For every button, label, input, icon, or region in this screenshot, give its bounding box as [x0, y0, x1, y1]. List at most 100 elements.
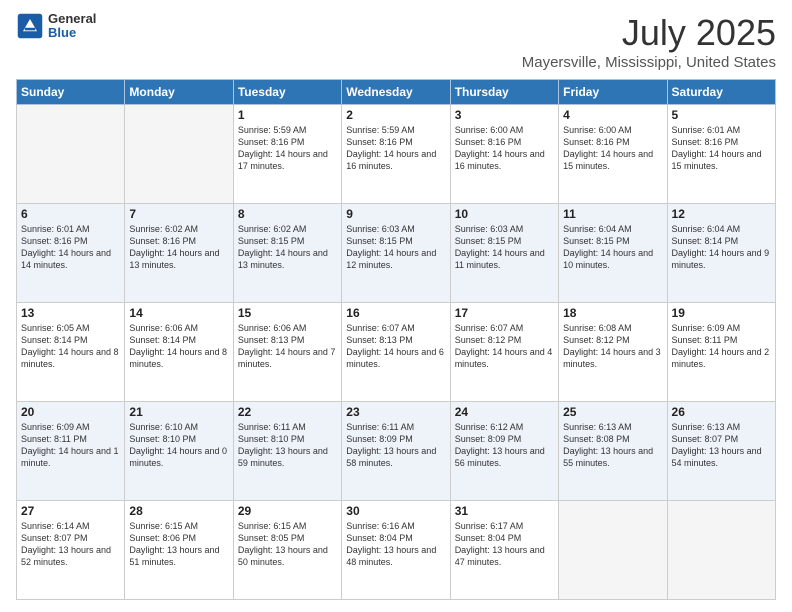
day-number: 23: [346, 405, 445, 419]
day-info: Sunrise: 6:14 AM Sunset: 8:07 PM Dayligh…: [21, 520, 120, 569]
calendar-week-row: 6 Sunrise: 6:01 AM Sunset: 8:16 PM Daylig…: [17, 204, 776, 303]
day-number: 19: [672, 306, 771, 320]
logo: General Blue: [16, 12, 96, 41]
col-wednesday: Wednesday: [342, 80, 450, 105]
day-number: 5: [672, 108, 771, 122]
day-info: Sunrise: 6:11 AM Sunset: 8:09 PM Dayligh…: [346, 421, 445, 470]
day-number: 10: [455, 207, 554, 221]
calendar-week-row: 27 Sunrise: 6:14 AM Sunset: 8:07 PM Dayli…: [17, 501, 776, 600]
calendar-day-cell: 25Sunrise: 6:13 AM Sunset: 8:08 PM Dayli…: [559, 402, 667, 501]
subtitle: Mayersville, Mississippi, United States: [522, 54, 776, 71]
day-info: Sunrise: 6:15 AM Sunset: 8:05 PM Dayligh…: [238, 520, 337, 569]
calendar-day-cell: 1 Sunrise: 5:59 AM Sunset: 8:16 PM Daylig…: [233, 105, 341, 204]
calendar-day-cell: 11Sunrise: 6:04 AM Sunset: 8:15 PM Dayli…: [559, 204, 667, 303]
calendar-day-cell: [559, 501, 667, 600]
day-number: 3: [455, 108, 554, 122]
page: General Blue July 2025 Mayersville, Miss…: [0, 0, 792, 612]
calendar-day-cell: 12 Sunrise: 6:04 AM Sunset: 8:14 PM Dayli…: [667, 204, 775, 303]
day-number: 12: [672, 207, 771, 221]
calendar-day-cell: 2Sunrise: 5:59 AM Sunset: 8:16 PM Daylig…: [342, 105, 450, 204]
calendar-week-row: 20 Sunrise: 6:09 AM Sunset: 8:11 PM Dayli…: [17, 402, 776, 501]
day-number: 18: [563, 306, 662, 320]
calendar-day-cell: 27 Sunrise: 6:14 AM Sunset: 8:07 PM Dayli…: [17, 501, 125, 600]
main-title: July 2025: [522, 12, 776, 54]
day-info: Sunrise: 6:06 AM Sunset: 8:13 PM Dayligh…: [238, 322, 337, 371]
day-info: Sunrise: 6:10 AM Sunset: 8:10 PM Dayligh…: [129, 421, 228, 470]
calendar-header-row: Sunday Monday Tuesday Wednesday Thursday…: [17, 80, 776, 105]
calendar-day-cell: 16 Sunrise: 6:07 AM Sunset: 8:13 PM Dayli…: [342, 303, 450, 402]
title-area: July 2025 Mayersville, Mississippi, Unit…: [522, 12, 776, 71]
day-number: 6: [21, 207, 120, 221]
logo-blue: Blue: [48, 26, 96, 40]
day-number: 14: [129, 306, 228, 320]
day-info: Sunrise: 6:09 AM Sunset: 8:11 PM Dayligh…: [21, 421, 120, 470]
calendar-day-cell: 31Sunrise: 6:17 AM Sunset: 8:04 PM Dayli…: [450, 501, 558, 600]
day-number: 11: [563, 207, 662, 221]
logo-icon: [16, 12, 44, 40]
day-info: Sunrise: 6:09 AM Sunset: 8:11 PM Dayligh…: [672, 322, 771, 371]
day-number: 9: [346, 207, 445, 221]
header: General Blue July 2025 Mayersville, Miss…: [16, 12, 776, 71]
day-info: Sunrise: 6:08 AM Sunset: 8:12 PM Dayligh…: [563, 322, 662, 371]
day-info: Sunrise: 6:00 AM Sunset: 8:16 PM Dayligh…: [563, 124, 662, 173]
day-info: Sunrise: 5:59 AM Sunset: 8:16 PM Dayligh…: [346, 124, 445, 173]
day-number: 20: [21, 405, 120, 419]
day-info: Sunrise: 6:13 AM Sunset: 8:07 PM Dayligh…: [672, 421, 771, 470]
col-friday: Friday: [559, 80, 667, 105]
calendar-day-cell: 5 Sunrise: 6:01 AM Sunset: 8:16 PM Daylig…: [667, 105, 775, 204]
calendar-day-cell: 29 Sunrise: 6:15 AM Sunset: 8:05 PM Dayli…: [233, 501, 341, 600]
calendar-day-cell: [667, 501, 775, 600]
col-tuesday: Tuesday: [233, 80, 341, 105]
calendar-day-cell: 15 Sunrise: 6:06 AM Sunset: 8:13 PM Dayli…: [233, 303, 341, 402]
calendar-day-cell: 17 Sunrise: 6:07 AM Sunset: 8:12 PM Dayli…: [450, 303, 558, 402]
day-info: Sunrise: 6:07 AM Sunset: 8:13 PM Dayligh…: [346, 322, 445, 371]
day-info: Sunrise: 6:16 AM Sunset: 8:04 PM Dayligh…: [346, 520, 445, 569]
day-info: Sunrise: 6:12 AM Sunset: 8:09 PM Dayligh…: [455, 421, 554, 470]
calendar-day-cell: 7 Sunrise: 6:02 AM Sunset: 8:16 PM Daylig…: [125, 204, 233, 303]
calendar-day-cell: 6 Sunrise: 6:01 AM Sunset: 8:16 PM Daylig…: [17, 204, 125, 303]
day-info: Sunrise: 6:04 AM Sunset: 8:14 PM Dayligh…: [672, 223, 771, 272]
logo-text: General Blue: [48, 12, 96, 41]
day-info: Sunrise: 6:01 AM Sunset: 8:16 PM Dayligh…: [21, 223, 120, 272]
day-number: 13: [21, 306, 120, 320]
day-info: Sunrise: 6:03 AM Sunset: 8:15 PM Dayligh…: [346, 223, 445, 272]
day-number: 28: [129, 504, 228, 518]
day-info: Sunrise: 6:00 AM Sunset: 8:16 PM Dayligh…: [455, 124, 554, 173]
calendar-day-cell: 26 Sunrise: 6:13 AM Sunset: 8:07 PM Dayli…: [667, 402, 775, 501]
day-number: 16: [346, 306, 445, 320]
calendar-day-cell: 21 Sunrise: 6:10 AM Sunset: 8:10 PM Dayli…: [125, 402, 233, 501]
calendar-day-cell: 18 Sunrise: 6:08 AM Sunset: 8:12 PM Dayli…: [559, 303, 667, 402]
day-number: 17: [455, 306, 554, 320]
calendar-week-row: 13 Sunrise: 6:05 AM Sunset: 8:14 PM Dayli…: [17, 303, 776, 402]
day-number: 15: [238, 306, 337, 320]
day-number: 31: [455, 504, 554, 518]
day-info: Sunrise: 6:06 AM Sunset: 8:14 PM Dayligh…: [129, 322, 228, 371]
day-info: Sunrise: 6:02 AM Sunset: 8:15 PM Dayligh…: [238, 223, 337, 272]
day-number: 7: [129, 207, 228, 221]
col-thursday: Thursday: [450, 80, 558, 105]
day-number: 26: [672, 405, 771, 419]
calendar-day-cell: 13 Sunrise: 6:05 AM Sunset: 8:14 PM Dayli…: [17, 303, 125, 402]
calendar-day-cell: 3 Sunrise: 6:00 AM Sunset: 8:16 PM Daylig…: [450, 105, 558, 204]
day-number: 21: [129, 405, 228, 419]
calendar-day-cell: [17, 105, 125, 204]
day-number: 1: [238, 108, 337, 122]
logo-general: General: [48, 12, 96, 26]
day-info: Sunrise: 6:02 AM Sunset: 8:16 PM Dayligh…: [129, 223, 228, 272]
calendar-day-cell: [125, 105, 233, 204]
day-info: Sunrise: 6:15 AM Sunset: 8:06 PM Dayligh…: [129, 520, 228, 569]
day-info: Sunrise: 6:07 AM Sunset: 8:12 PM Dayligh…: [455, 322, 554, 371]
day-info: Sunrise: 6:05 AM Sunset: 8:14 PM Dayligh…: [21, 322, 120, 371]
day-info: Sunrise: 6:01 AM Sunset: 8:16 PM Dayligh…: [672, 124, 771, 173]
calendar-day-cell: 4Sunrise: 6:00 AM Sunset: 8:16 PM Daylig…: [559, 105, 667, 204]
calendar-day-cell: 9 Sunrise: 6:03 AM Sunset: 8:15 PM Daylig…: [342, 204, 450, 303]
calendar-day-cell: 22Sunrise: 6:11 AM Sunset: 8:10 PM Dayli…: [233, 402, 341, 501]
day-number: 24: [455, 405, 554, 419]
day-number: 27: [21, 504, 120, 518]
calendar-day-cell: 14 Sunrise: 6:06 AM Sunset: 8:14 PM Dayli…: [125, 303, 233, 402]
day-number: 29: [238, 504, 337, 518]
day-info: Sunrise: 6:13 AM Sunset: 8:08 PM Dayligh…: [563, 421, 662, 470]
calendar-day-cell: 10Sunrise: 6:03 AM Sunset: 8:15 PM Dayli…: [450, 204, 558, 303]
col-monday: Monday: [125, 80, 233, 105]
day-info: Sunrise: 5:59 AM Sunset: 8:16 PM Dayligh…: [238, 124, 337, 173]
